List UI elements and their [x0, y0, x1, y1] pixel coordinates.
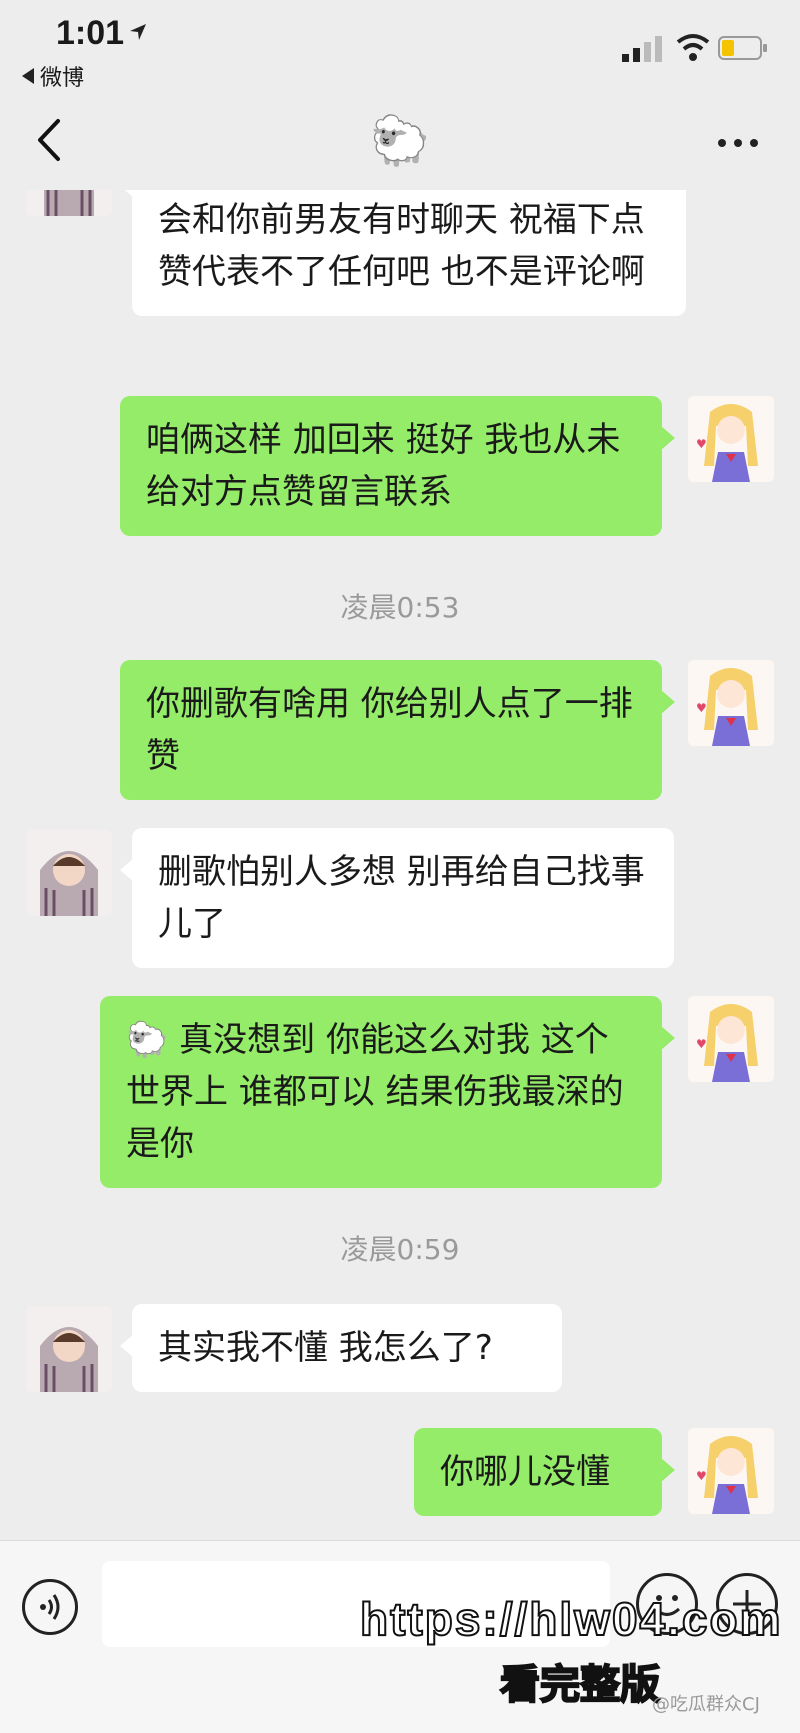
watermark-url: https://hlw04.com	[359, 1592, 783, 1646]
message-text: 会和你前男友有时聊天 祝福下点赞代表不了任何吧 也不是评论啊	[158, 200, 645, 292]
message-text: 🐑 真没想到 你能这么对我 这个世界上 谁都可以 结果伤我最深的是你	[126, 1020, 624, 1164]
back-app-label: 微博	[40, 66, 85, 91]
hooded-boy-avatar-icon	[26, 1306, 112, 1392]
wifi-icon	[676, 34, 710, 61]
sailor-girl-avatar-icon: ♥	[688, 1428, 774, 1514]
sailor-girl-avatar-icon: ♥	[688, 996, 774, 1082]
battery-icon	[718, 36, 767, 60]
message-text: 其实我不懂 我怎么了?	[158, 1328, 493, 1368]
chat-messages[interactable]: 会和你前男友有时聊天 祝福下点赞代表不了任何吧 也不是评论啊 咱俩这样 加回来 …	[0, 190, 800, 1535]
message-text: 咱俩这样 加回来 挺好 我也从未给对方点赞留言联系	[146, 420, 621, 512]
message-bubble-sent[interactable]: 🐑 真没想到 你能这么对我 这个世界上 谁都可以 结果伤我最深的是你	[100, 996, 675, 1188]
svg-text:♥: ♥	[696, 437, 707, 451]
watermark-credit: @吃瓜群众CJ	[652, 1694, 760, 1715]
message-text: 删歌怕别人多想 别再给自己找事儿了	[158, 852, 645, 944]
watermark-cta: 看完整版	[499, 1661, 661, 1709]
my-avatar[interactable]: ♥	[688, 1428, 774, 1514]
cellular-signal-icon	[622, 36, 662, 62]
voice-input-button[interactable]	[22, 1579, 78, 1635]
my-avatar[interactable]: ♥	[688, 396, 774, 482]
message-text: 你哪儿没懂	[440, 1452, 610, 1492]
voice-wave-icon	[40, 1594, 60, 1620]
timestamp: 凌晨0:59	[340, 1233, 460, 1266]
message-bubble-received[interactable]: 会和你前男友有时聊天 祝福下点赞代表不了任何吧 也不是评论啊	[120, 190, 686, 316]
back-to-app-link[interactable]: 微博	[22, 60, 84, 92]
chat-title: 🐑	[370, 113, 430, 169]
back-triangle-icon	[22, 68, 34, 84]
partner-avatar[interactable]	[26, 1306, 112, 1392]
more-options-icon[interactable]	[718, 139, 758, 147]
message-bubble-sent[interactable]: 你删歌有啥用 你给别人点了一排赞	[120, 660, 675, 800]
hooded-boy-avatar-icon	[26, 190, 112, 216]
chat-header: 🐑	[0, 95, 800, 190]
svg-text:♥: ♥	[696, 701, 707, 715]
partner-avatar[interactable]	[26, 190, 112, 216]
hooded-boy-avatar-icon	[26, 830, 112, 916]
my-avatar[interactable]: ♥	[688, 660, 774, 746]
location-arrow-icon	[130, 24, 146, 40]
message-text: 你删歌有啥用 你给别人点了一排赞	[146, 684, 633, 776]
status-bar: 1:01 微博	[0, 0, 800, 95]
timestamp: 凌晨0:53	[340, 591, 460, 624]
message-bubble-sent[interactable]: 你哪儿没懂	[414, 1428, 675, 1516]
status-time: 1:01	[56, 14, 125, 52]
partner-avatar[interactable]	[26, 830, 112, 916]
sailor-girl-avatar-icon: ♥	[688, 396, 774, 482]
back-chevron-icon[interactable]	[30, 115, 70, 165]
message-bubble-sent[interactable]: 咱俩这样 加回来 挺好 我也从未给对方点赞留言联系	[120, 396, 675, 536]
message-bubble-received[interactable]: 删歌怕别人多想 别再给自己找事儿了	[120, 828, 674, 968]
message-bubble-received[interactable]: 其实我不懂 我怎么了?	[120, 1304, 562, 1392]
svg-text:♥: ♥	[696, 1037, 707, 1051]
my-avatar[interactable]: ♥	[688, 996, 774, 1082]
svg-text:♥: ♥	[696, 1469, 707, 1483]
sailor-girl-avatar-icon: ♥	[688, 660, 774, 746]
